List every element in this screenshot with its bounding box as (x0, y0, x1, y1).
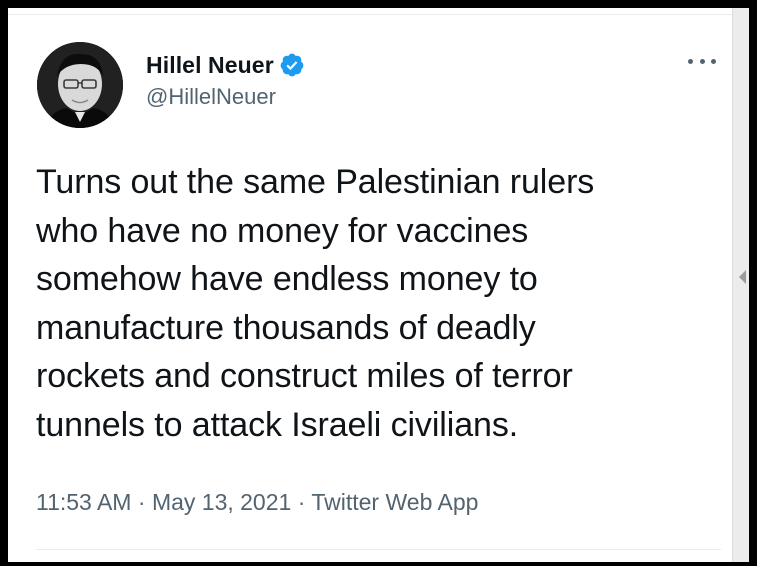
tweet-source[interactable]: Twitter Web App (311, 489, 478, 515)
tweet-card: Hillel Neuer @HillelNeuer Turns out the … (8, 8, 749, 562)
tweet-text-line: rockets and construct miles of terror (36, 357, 573, 396)
top-divider (8, 14, 749, 15)
more-horizontal-icon[interactable] (688, 54, 716, 68)
more-dot (688, 58, 693, 64)
more-dot (711, 58, 716, 64)
verified-badge-icon (280, 53, 304, 77)
more-dot (699, 58, 705, 64)
tweet-text-line: who have no money for vaccines (36, 211, 529, 250)
author-block: Hillel Neuer @HillelNeuer (146, 52, 305, 110)
tweet-text-line: tunnels to attack Israeli civilians. (36, 405, 519, 444)
avatar[interactable] (37, 42, 123, 128)
display-name[interactable]: Hillel Neuer (146, 52, 274, 79)
tweet-text: Turns out the same Palestinian rulers wh… (36, 158, 716, 450)
tweet-text-line: manufacture thousands of deadly (36, 308, 536, 347)
scroll-left-arrow-icon[interactable] (739, 270, 746, 284)
scrollbar[interactable] (732, 8, 749, 562)
tweet-meta: 11:53 AM · May 13, 2021 · Twitter Web Ap… (36, 489, 478, 516)
meta-separator: · (137, 489, 146, 515)
tweet-date[interactable]: May 13, 2021 (152, 489, 291, 515)
tweet-text-line: Turns out the same Palestinian rulers (36, 163, 595, 201)
avatar-photo (37, 42, 123, 128)
tweet-text-line: somehow have endless money to (36, 260, 538, 299)
bottom-divider (36, 549, 721, 550)
meta-separator: · (297, 489, 306, 515)
tweet-time[interactable]: 11:53 AM (36, 489, 131, 515)
name-row: Hillel Neuer (146, 52, 305, 78)
handle[interactable]: @HillelNeuer (146, 84, 305, 110)
